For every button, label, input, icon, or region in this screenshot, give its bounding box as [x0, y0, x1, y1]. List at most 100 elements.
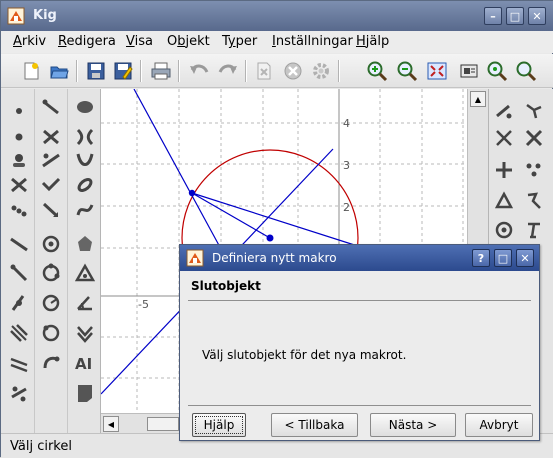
zoom-in-alt-icon[interactable] [484, 58, 510, 84]
parallel-tool-icon[interactable] [7, 321, 31, 345]
help-question-icon[interactable]: ? [472, 249, 490, 267]
segment-object[interactable] [191, 192, 271, 239]
hyperbola-tool-icon[interactable] [73, 125, 97, 149]
scroll-thumb[interactable] [147, 417, 179, 431]
polygon-tool-icon[interactable] [73, 232, 97, 256]
undo-icon[interactable] [186, 58, 212, 84]
menu-objekt[interactable]: Objekt [167, 34, 210, 49]
segment-endpoints-tool-icon[interactable] [39, 95, 63, 119]
ray-tool-icon[interactable] [7, 261, 31, 285]
cross-lines-tool-icon[interactable] [39, 125, 63, 149]
text-label-tool-icon[interactable]: AI [73, 351, 97, 375]
perpendicular-tool-icon[interactable] [7, 351, 31, 375]
circle-radius-tool-icon[interactable] [39, 291, 63, 315]
help-button[interactable]: Hjälp [192, 413, 246, 437]
toolbox-divider [34, 89, 35, 433]
angle-tool-icon[interactable] [73, 291, 97, 315]
menu-visa[interactable]: Visa [126, 34, 153, 49]
line-object[interactable] [133, 89, 222, 250]
maximize-button[interactable]: □ [506, 7, 524, 25]
script-tool-icon[interactable] [73, 381, 97, 405]
transform-reflect-icon[interactable] [522, 126, 546, 150]
axis-label: 3 [343, 159, 350, 172]
line-object[interactable] [191, 192, 368, 250]
menu-hjalp[interactable]: Hjälp [356, 34, 389, 49]
ellipse-tool-icon[interactable] [73, 95, 97, 119]
point-tool-icon[interactable] [7, 95, 31, 119]
vector-tool-icon[interactable] [39, 198, 63, 222]
axis-label: 2 [343, 201, 350, 214]
triangle-tool-icon[interactable] [73, 261, 97, 285]
dialog-title-bar: Definiera nytt makro ? □ ✕ [180, 245, 539, 271]
divider [188, 405, 531, 406]
kig-app-icon [7, 7, 25, 25]
point-object[interactable] [188, 189, 196, 197]
title-bar: Kig – □ ✕ [1, 1, 553, 31]
line-tool-icon[interactable] [7, 232, 31, 256]
toolbar-separator [245, 60, 247, 82]
save-icon[interactable] [83, 58, 109, 84]
circle-three-points-tool-icon[interactable] [39, 261, 63, 285]
transform-projective-icon[interactable] [522, 189, 546, 213]
circle-by-point-tool-icon[interactable] [39, 321, 63, 345]
zoom-in-icon[interactable] [364, 58, 390, 84]
test-object-icon[interactable] [522, 218, 546, 242]
point-object[interactable] [266, 234, 274, 242]
dialog-close-button[interactable]: ✕ [516, 249, 534, 267]
dialog-maximize-button[interactable]: □ [494, 249, 512, 267]
transform-point-reflect-icon[interactable] [492, 158, 516, 182]
next-button[interactable]: Nästa > [370, 413, 456, 437]
menu-typer[interactable]: Typer [222, 34, 257, 49]
menu-redigera[interactable]: Redigera [58, 34, 116, 49]
vector-sum-tool-icon[interactable] [7, 381, 31, 405]
axis-label: 4 [343, 117, 350, 130]
dialog-message: Välj slutobjekt för det nya makrot. [202, 348, 407, 362]
toolbar-separator [338, 60, 340, 82]
midpoint-tool-icon[interactable] [7, 198, 31, 222]
redo-icon[interactable] [215, 58, 241, 84]
new-document-icon[interactable] [18, 58, 44, 84]
cancel-icon[interactable] [280, 58, 306, 84]
close-button[interactable]: ✕ [528, 7, 546, 25]
toolbar-separator [76, 60, 78, 82]
circle-center-tool-icon[interactable] [39, 232, 63, 256]
zoom-fit-icon[interactable] [513, 58, 539, 84]
transform-homothety-icon[interactable] [522, 158, 546, 182]
define-macro-dialog: Definiera nytt makro ? □ ✕ Slutobjekt Vä… [179, 244, 540, 441]
settings-icon[interactable] [308, 58, 334, 84]
window-title: Kig [33, 8, 57, 23]
arc-tool-icon[interactable] [39, 351, 63, 375]
dialog-page-heading: Slutobjekt [191, 279, 261, 293]
transform-rotate-icon[interactable] [522, 99, 546, 123]
circle-inversion-icon[interactable] [492, 218, 516, 242]
menu-arkiv[interactable]: Arkiv [13, 34, 46, 49]
open-folder-icon[interactable] [46, 58, 72, 84]
scroll-left-icon[interactable]: ◀ [103, 416, 119, 432]
scroll-up-icon[interactable]: ▲ [470, 91, 486, 107]
polyline-tool-icon[interactable] [39, 173, 63, 197]
parabola-tool-icon[interactable] [73, 148, 97, 172]
transform-shear-icon[interactable] [492, 189, 516, 213]
delete-icon[interactable] [251, 58, 277, 84]
print-icon[interactable] [148, 58, 174, 84]
cubic-tool-icon[interactable] [73, 198, 97, 222]
back-button[interactable]: < Tillbaka [271, 413, 358, 437]
transform-translate-icon[interactable] [492, 99, 516, 123]
conic-tool-icon[interactable] [73, 173, 97, 197]
segment-tool-icon[interactable] [7, 291, 31, 315]
point-on-object-tool-icon[interactable] [7, 148, 31, 172]
save-as-icon[interactable] [110, 58, 136, 84]
cancel-button[interactable]: Avbryt [465, 413, 533, 437]
zoom-out-icon[interactable] [394, 58, 420, 84]
fullscreen-icon[interactable] [424, 58, 450, 84]
screenshot-icon[interactable] [456, 58, 482, 84]
menu-bar: Arkiv Redigera Visa Objekt Typer Inställ… [1, 31, 553, 53]
transform-scale-icon[interactable] [492, 126, 516, 150]
menu-installningar[interactable]: Inställningar [272, 34, 353, 49]
toolbar-separator [178, 60, 180, 82]
bisector-tool-icon[interactable] [39, 148, 63, 172]
minimize-button[interactable]: – [484, 7, 502, 25]
point-fixed-tool-icon[interactable] [7, 125, 31, 149]
mirror-tool-icon[interactable] [73, 321, 97, 345]
intersection-tool-icon[interactable] [7, 173, 31, 197]
